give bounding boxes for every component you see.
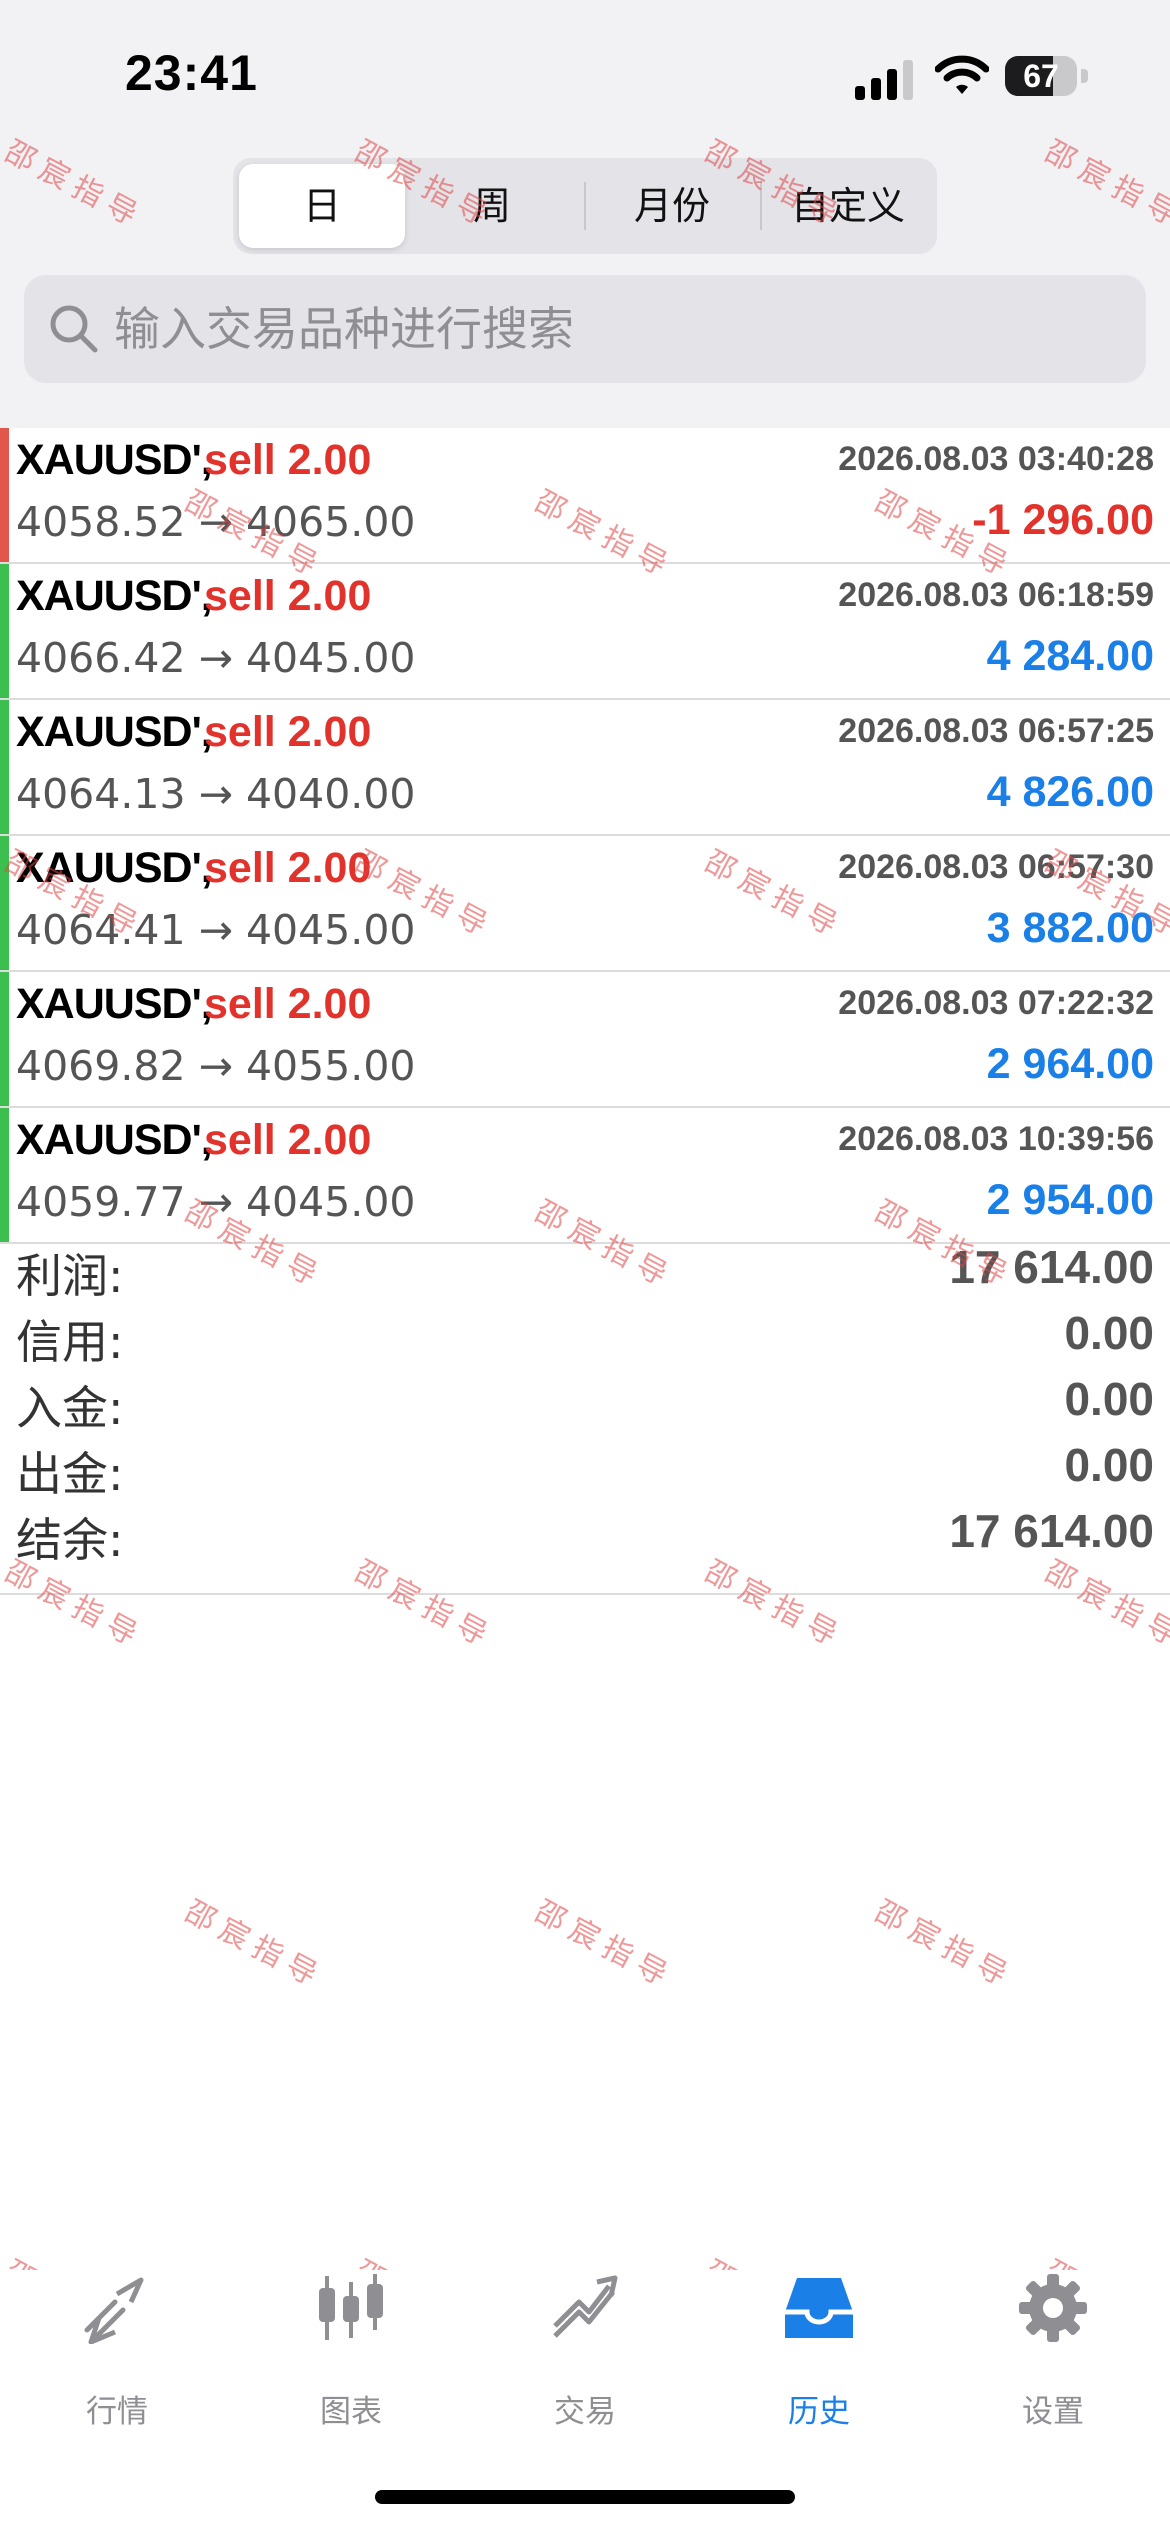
trade-profit: 4 284.00	[986, 632, 1154, 680]
trade-trend-icon	[553, 2275, 618, 2338]
trade-prices: 4064.13 → 4040.00	[16, 770, 416, 818]
trade-result-bar	[0, 1108, 9, 1242]
trade-result-bar	[0, 972, 9, 1106]
tab-trade-label: 交易	[554, 2394, 616, 2430]
search-icon	[50, 305, 98, 353]
watermark-text: 邵宸指导	[869, 1893, 1020, 1997]
segment-divider	[584, 182, 586, 230]
tab-quotes-label: 行情	[86, 2394, 148, 2430]
candlestick-chart-icon	[319, 2274, 383, 2340]
summary-value: 0.00	[1064, 1373, 1154, 1425]
trade-symbol: XAUUSD',	[16, 1116, 213, 1164]
summary-label: 利润:	[16, 1249, 124, 1303]
trade-result-bar	[0, 564, 9, 698]
trade-row[interactable]: XAUUSD', sell 2.00 2026.08.03 06:57:30 4064…	[0, 836, 1170, 972]
tab-charts[interactable]: 图表	[234, 2270, 468, 2430]
trade-symbol: XAUUSD',	[16, 572, 213, 620]
summary-value: 17 614.00	[949, 1505, 1154, 1557]
trade-side: sell 2.00	[204, 436, 372, 484]
tab-settings-label: 设置	[1022, 2394, 1084, 2430]
watermark-text: 邵宸指导	[179, 1893, 330, 1997]
trade-side: sell 2.00	[204, 572, 372, 620]
trade-profit: 4 826.00	[986, 768, 1154, 816]
tab-charts-label: 图表	[320, 2394, 382, 2430]
summary-value: 0.00	[1064, 1439, 1154, 1491]
trade-side: sell 2.00	[204, 708, 372, 756]
gear-icon	[1019, 2274, 1087, 2342]
trade-row[interactable]: XAUUSD', sell 2.00 2026.08.03 06:57:25 4064…	[0, 700, 1170, 836]
watermark-text: 邵宸指导	[529, 1893, 680, 1997]
tab-settings[interactable]: 设置	[936, 2270, 1170, 2430]
cellular-signal-icon	[855, 60, 913, 100]
tab-quotes[interactable]: 行情	[0, 2270, 234, 2430]
trade-time: 2026.08.03 03:40:28	[838, 440, 1154, 478]
trade-result-bar	[0, 700, 9, 834]
tab-history[interactable]: 历史	[702, 2270, 936, 2430]
home-indicator[interactable]	[375, 2490, 795, 2504]
trade-time: 2026.08.03 10:39:56	[838, 1120, 1154, 1158]
trade-prices: 4066.42 → 4045.00	[16, 634, 416, 682]
trade-prices: 4069.82 → 4055.00	[16, 1042, 416, 1090]
summary-label: 信用:	[16, 1315, 124, 1369]
trade-symbol: XAUUSD',	[16, 708, 213, 756]
trade-result-bar	[0, 428, 9, 562]
summary-row: 结余: 17 614.00	[0, 1504, 1170, 1570]
trade-side: sell 2.00	[204, 844, 372, 892]
trade-time: 2026.08.03 07:22:32	[838, 984, 1154, 1022]
trade-row[interactable]: XAUUSD', sell 2.00 2026.08.03 06:18:59 4066…	[0, 564, 1170, 700]
search-bar	[24, 275, 1146, 383]
summary-value: 0.00	[1064, 1307, 1154, 1359]
trade-side: sell 2.00	[204, 980, 372, 1028]
history-inbox-icon	[785, 2278, 853, 2338]
trade-profit: 2 964.00	[986, 1040, 1154, 1088]
trade-symbol: XAUUSD',	[16, 980, 213, 1028]
summary-label: 出金:	[16, 1447, 124, 1501]
tab-history-label: 历史	[788, 2394, 850, 2430]
wifi-icon	[935, 55, 989, 94]
summary-row: 出金: 0.00	[0, 1438, 1170, 1504]
summary-row: 入金: 0.00	[0, 1372, 1170, 1438]
battery-icon: 67	[1005, 56, 1089, 96]
trade-time: 2026.08.03 06:57:25	[838, 712, 1154, 750]
trade-profit: 2 954.00	[986, 1176, 1154, 1224]
status-time: 23:41	[125, 45, 258, 101]
tab-trade[interactable]: 交易	[468, 2270, 702, 2430]
summary-row: 信用: 0.00	[0, 1306, 1170, 1372]
trade-symbol: XAUUSD',	[16, 436, 213, 484]
quotes-icon	[84, 2277, 144, 2344]
trade-row[interactable]: XAUUSD', sell 2.00 2026.08.03 07:22:32 4069…	[0, 972, 1170, 1108]
summary-label: 入金:	[16, 1381, 124, 1435]
battery-level: 67	[1023, 58, 1059, 94]
trade-side: sell 2.00	[204, 1116, 372, 1164]
search-input[interactable]	[114, 275, 1114, 383]
